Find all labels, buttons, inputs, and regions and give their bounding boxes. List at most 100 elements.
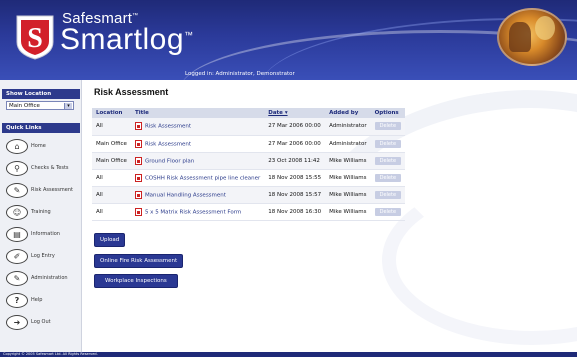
logout-icon[interactable]: ➜ (6, 314, 28, 330)
cell-location: Main Office (92, 135, 131, 153)
pencil-icon[interactable]: ✐ (6, 248, 28, 264)
sidebar-item-information[interactable]: ▤ Information (6, 225, 60, 243)
pdf-icon[interactable] (134, 139, 142, 148)
column-options: Options (370, 108, 406, 118)
chevron-down-icon[interactable]: ▾ (64, 103, 72, 109)
question-icon[interactable]: ? (6, 292, 28, 308)
sidebar-item-label[interactable]: Information (31, 231, 60, 237)
column-date-sort[interactable]: Date ▾ (264, 108, 326, 118)
location-select[interactable]: Main Office ▾ (6, 101, 74, 110)
pdf-icon[interactable] (134, 207, 142, 216)
cell-title: Ground Floor plan (130, 152, 265, 170)
brand-smartlog: Smartlog™ (60, 23, 194, 56)
sidebar-item-training[interactable]: ☺ Training (6, 203, 51, 221)
cell-date: 27 Mar 2006 00:00 (264, 135, 326, 153)
document-link[interactable]: 5 x 5 Matrix Risk Assessment Form (145, 209, 241, 215)
risk-assessment-table: Location Title Date ▾ Added by Options A… (92, 108, 406, 221)
sidebar: Show Location Main Office ▾ Quick Links … (0, 80, 82, 352)
cell-title: Risk Assessment (130, 135, 265, 153)
cell-options: Delete (370, 203, 406, 221)
cell-title: 5 x 5 Matrix Risk Assessment Form (130, 203, 265, 221)
sidebar-item-checks-tests[interactable]: ⚲ Checks & Tests (6, 159, 69, 177)
cell-date: 23 Oct 2008 11:42 (264, 152, 326, 170)
cell-date: 18 Nov 2008 16:30 (264, 203, 326, 221)
app-header: S Safesmart™ Smartlog™ Logged in: Admini… (0, 0, 577, 80)
logged-in-status: Logged in: Administrator, Demonstrator (185, 71, 295, 77)
delete-button[interactable]: Delete (374, 207, 402, 216)
cell-options: Delete (370, 135, 406, 153)
cell-added-by: Administrator (325, 118, 371, 136)
sidebar-item-log-out[interactable]: ➜ Log Out (6, 313, 51, 331)
pdf-icon[interactable] (134, 156, 142, 165)
sidebar-item-label[interactable]: Home (31, 143, 46, 149)
sidebar-item-risk-assessment[interactable]: ✎ Risk Assessment (6, 181, 73, 199)
sidebar-item-label[interactable]: Log Entry (31, 253, 55, 259)
cell-added-by: Administrator (325, 135, 371, 153)
header-photo (497, 8, 567, 66)
cell-location: All (92, 169, 131, 187)
sidebar-item-help[interactable]: ? Help (6, 291, 42, 309)
delete-button[interactable]: Delete (374, 190, 402, 199)
cell-date: 18 Nov 2008 15:57 (264, 186, 326, 204)
document-link[interactable]: Ground Floor plan (145, 158, 194, 164)
sidebar-item-label[interactable]: Administration (31, 275, 68, 281)
pdf-icon[interactable] (134, 122, 142, 131)
cell-date: 18 Nov 2008 15:55 (264, 169, 326, 187)
home-icon[interactable]: ⌂ (6, 138, 28, 154)
page-title: Risk Assessment (94, 87, 169, 97)
document-link[interactable]: COSHH Risk Assessment pipe line cleaner (145, 175, 260, 181)
cell-title: Manual Handling Assessment (130, 186, 265, 204)
table-header-row: Location Title Date ▾ Added by Options (92, 108, 406, 118)
cell-options: Delete (370, 152, 406, 170)
footer-copyright: Copyright © 2005 Safesmart Ltd. All Righ… (0, 352, 577, 357)
show-location-heading: Show Location (2, 89, 80, 99)
delete-button[interactable]: Delete (374, 122, 402, 131)
column-title: Title (130, 108, 265, 118)
table-row: Main Office Ground Floor plan 23 Oct 200… (92, 152, 406, 170)
online-fire-risk-assessment-button[interactable]: Online Fire Risk Assessment (94, 254, 184, 268)
document-link[interactable]: Risk Assessment (145, 141, 191, 147)
upload-button[interactable]: Upload (94, 233, 126, 247)
cell-title: Risk Assessment (130, 118, 265, 136)
pdf-icon[interactable] (134, 190, 142, 199)
document-link[interactable]: Risk Assessment (145, 124, 191, 130)
cell-date: 27 Mar 2006 00:00 (264, 118, 326, 136)
sidebar-item-home[interactable]: ⌂ Home (6, 137, 46, 155)
workplace-inspections-button[interactable]: Workplace Inspections (94, 274, 178, 288)
safesmart-logo: S (16, 15, 54, 60)
cell-added-by: Mike Williams (325, 203, 371, 221)
people-icon[interactable]: ☺ (6, 204, 28, 220)
cell-options: Delete (370, 118, 406, 136)
pen-icon[interactable]: ✎ (6, 182, 28, 198)
location-select-value: Main Office (9, 103, 40, 109)
cell-added-by: Mike Williams (325, 152, 371, 170)
table-row: All Manual Handling Assessment 18 Nov 20… (92, 186, 406, 204)
cell-location: All (92, 186, 131, 204)
wrench-icon[interactable]: ✎ (6, 270, 28, 286)
cell-options: Delete (370, 169, 406, 187)
book-icon[interactable]: ▤ (6, 226, 28, 242)
table-row: Main Office Risk Assessment 27 Mar 2006 … (92, 135, 406, 153)
sidebar-item-administration[interactable]: ✎ Administration (6, 269, 68, 287)
pdf-icon[interactable] (134, 173, 142, 182)
document-link[interactable]: Manual Handling Assessment (145, 192, 226, 198)
cell-added-by: Mike Williams (325, 186, 371, 204)
sidebar-item-label[interactable]: Help (31, 297, 42, 303)
table-row: All 5 x 5 Matrix Risk Assessment Form 18… (92, 203, 406, 221)
quick-links-heading: Quick Links (2, 123, 80, 133)
cell-location: Main Office (92, 152, 131, 170)
sidebar-item-log-entry[interactable]: ✐ Log Entry (6, 247, 55, 265)
column-location: Location (92, 108, 131, 118)
logo-letter: S (27, 23, 43, 54)
magnifier-icon[interactable]: ⚲ (6, 160, 28, 176)
delete-button[interactable]: Delete (374, 156, 402, 165)
sidebar-item-label[interactable]: Training (31, 209, 51, 215)
sidebar-item-label[interactable]: Log Out (31, 319, 51, 325)
sidebar-item-label[interactable]: Risk Assessment (31, 187, 73, 193)
delete-button[interactable]: Delete (374, 173, 402, 182)
delete-button[interactable]: Delete (374, 139, 402, 148)
cell-location: All (92, 203, 131, 221)
column-added-by: Added by (325, 108, 371, 118)
cell-options: Delete (370, 186, 406, 204)
sidebar-item-label[interactable]: Checks & Tests (31, 165, 69, 171)
